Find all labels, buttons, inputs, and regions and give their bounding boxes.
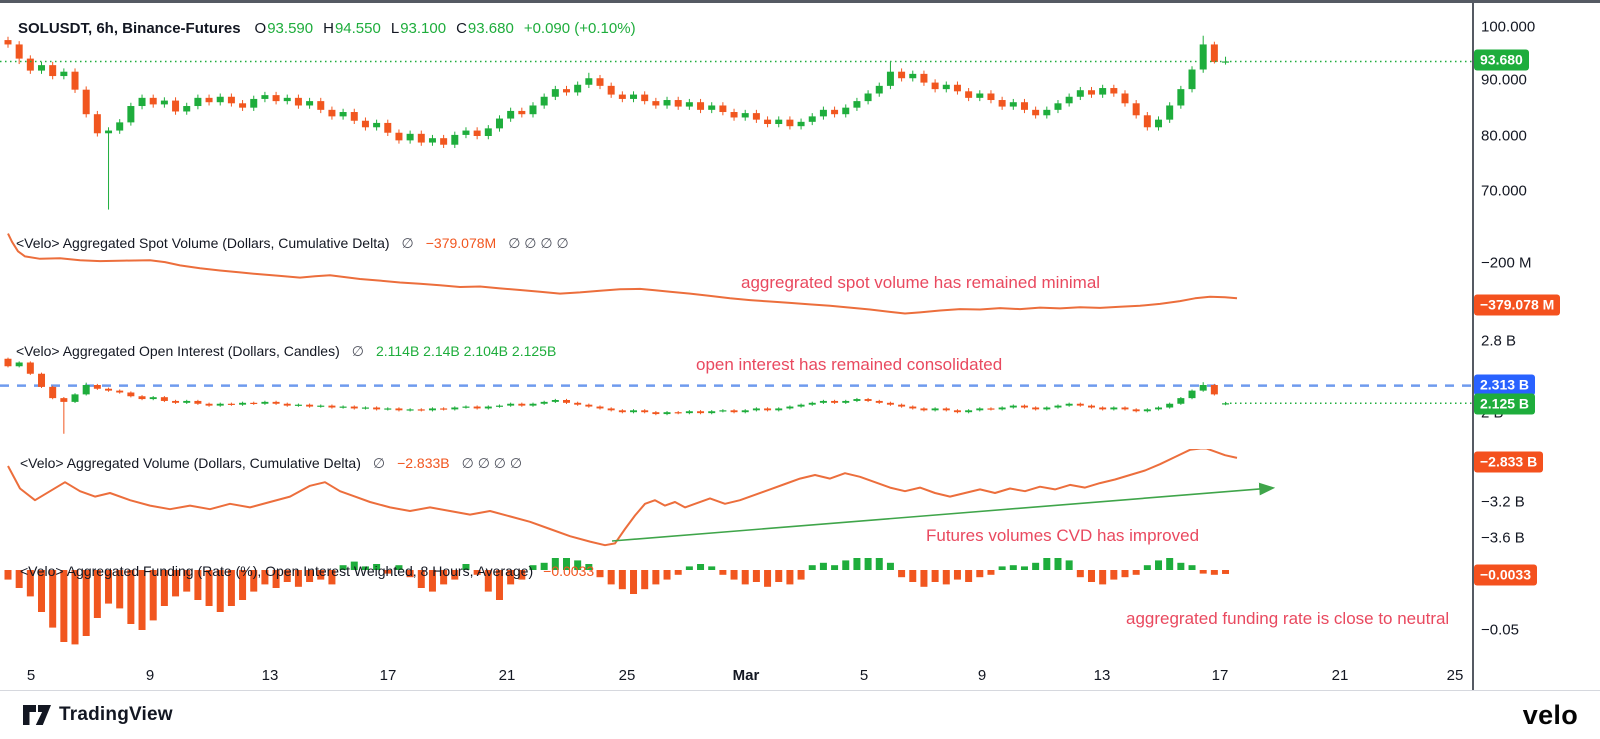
time-axis-line — [0, 0, 1600, 3]
annotation-spot-volume: aggregrated spot volume has remained min… — [741, 273, 1100, 293]
last-value-badge: −0.0033 — [1474, 565, 1537, 586]
time-axis-tick: 21 — [1332, 667, 1349, 684]
legend-segment: ∅ ∅ ∅ ∅ — [508, 235, 568, 251]
axis-price-label: 2.8 B — [1481, 333, 1516, 350]
legend-segment: −379.078M — [426, 235, 496, 251]
axis-price-label: −0.05 — [1481, 622, 1519, 639]
annotation-open-interest: open interest has remained consolidated — [696, 355, 1002, 375]
last-value-badge: 2.313 B — [1474, 375, 1535, 396]
time-axis-tick: Mar — [733, 667, 760, 684]
time-axis-tick: 17 — [1212, 667, 1229, 684]
axis-price-label: −3.2 B — [1481, 494, 1525, 511]
time-axis-tick: 25 — [619, 667, 636, 684]
tradingview-logo-icon — [22, 704, 52, 726]
legend-futures-cvd[interactable]: <Velo> Aggregated Volume (Dollars, Cumul… — [20, 455, 522, 472]
axis-price-label: 70.000 — [1481, 183, 1527, 200]
legend-segment: <Velo> Aggregated Open Interest (Dollars… — [16, 343, 340, 359]
velo-logo: velo — [1523, 700, 1578, 731]
last-value-badge: −2.833 B — [1474, 452, 1543, 473]
tradingview-logo[interactable]: TradingView — [22, 704, 173, 726]
legend-segment: ∅ — [373, 455, 385, 471]
legend-segment: H — [323, 20, 334, 37]
legend-segment: +0.090 (+0.10%) — [524, 20, 636, 37]
time-axis-tick: 13 — [1094, 667, 1111, 684]
time-axis-tick: 5 — [27, 667, 35, 684]
legend-segment: <Velo> Aggregated Spot Volume (Dollars, … — [16, 235, 390, 251]
legend-segment: 93.680 — [468, 20, 514, 37]
legend-segment: <Velo> Aggregated Volume (Dollars, Cumul… — [20, 455, 361, 471]
legend-spot-cvd[interactable]: <Velo> Aggregated Spot Volume (Dollars, … — [16, 235, 569, 252]
annotation-funding-rate: aggregrated funding rate is close to neu… — [1126, 609, 1449, 629]
time-axis-tick: 21 — [499, 667, 516, 684]
legend-segment: <Velo> Aggregated Funding (Rate (%), Ope… — [20, 563, 533, 579]
time-axis-tick: 13 — [262, 667, 279, 684]
time-axis-tick: 9 — [978, 667, 986, 684]
axis-price-label: −3.6 B — [1481, 530, 1525, 547]
legend-segment: ∅ ∅ ∅ ∅ — [462, 455, 522, 471]
legend-segment: SOLUSDT, 6h, Binance-Futures — [18, 20, 241, 37]
legend-segment: L — [391, 20, 399, 37]
time-axis-tick: 9 — [146, 667, 154, 684]
time-axis-tick: 25 — [1447, 667, 1464, 684]
time-axis-tick: 5 — [860, 667, 868, 684]
axis-price-label: −200 M — [1481, 255, 1531, 272]
legend-segment: ∅ — [402, 235, 414, 251]
legend-segment: ∅ — [352, 343, 364, 359]
last-value-badge: 2.125 B — [1474, 394, 1535, 415]
legend-segment: 93.590 — [267, 20, 313, 37]
legend-open-interest[interactable]: <Velo> Aggregated Open Interest (Dollars… — [16, 343, 556, 360]
legend-segment: 2.114B 2.14B 2.104B 2.125B — [376, 343, 556, 359]
legend-segment: C — [456, 20, 467, 37]
annotation-futures-cvd: Futures volumes CVD has improved — [926, 526, 1199, 546]
legend-segment: −0.0033 — [543, 563, 594, 579]
axis-price-label: 100.000 — [1481, 19, 1535, 36]
axis-price-label: 90.000 — [1481, 72, 1527, 89]
legend-segment: 93.100 — [400, 20, 446, 37]
legend-segment: O — [255, 20, 267, 37]
tradingview-logo-text: TradingView — [59, 704, 173, 726]
legend-segment: 94.550 — [335, 20, 381, 37]
chart-area: SOLUSDT, 6h, Binance-Futures O93.590 H94.5… — [0, 0, 1600, 690]
legend-segment: −2.833B — [397, 455, 450, 471]
trading-chart-window: SOLUSDT, 6h, Binance-Futures O93.590 H94.5… — [0, 0, 1600, 739]
last-value-badge: −379.078 M — [1474, 295, 1560, 316]
axis-price-label: 80.000 — [1481, 128, 1527, 145]
price-scale-divider — [1472, 0, 1474, 690]
time-axis-tick: 17 — [380, 667, 397, 684]
last-value-badge: 93.680 — [1474, 50, 1529, 71]
footer-bar: TradingView velo — [0, 690, 1600, 739]
legend-price[interactable]: SOLUSDT, 6h, Binance-Futures O93.590 H94.5… — [18, 20, 636, 37]
legend-funding[interactable]: <Velo> Aggregated Funding (Rate (%), Ope… — [20, 563, 594, 579]
